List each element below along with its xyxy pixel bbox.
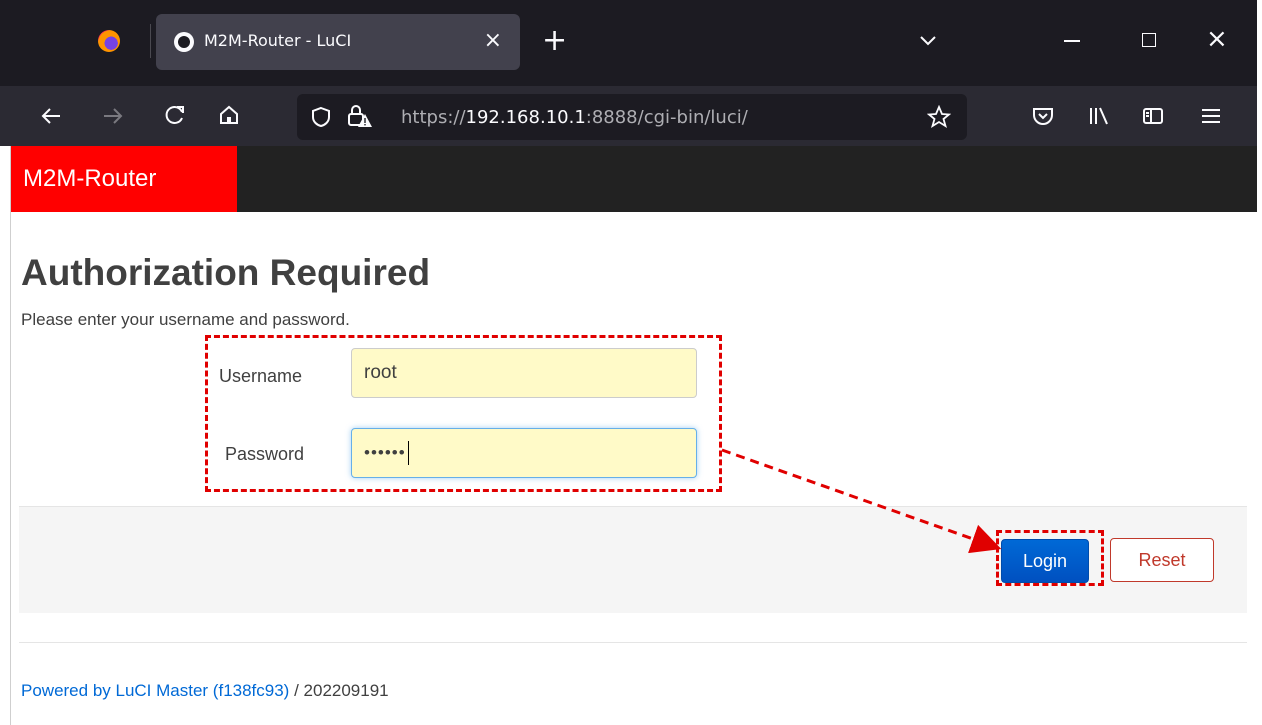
back-arrow-icon[interactable] [40, 106, 62, 126]
navigation-toolbar: https://192.168.10.1:8888/cgi-bin/luci/ [0, 86, 1257, 146]
reset-button[interactable]: Reset [1110, 538, 1214, 582]
credentials-highlight-box [205, 335, 722, 492]
footer-divider [19, 642, 1247, 643]
reload-icon[interactable] [164, 104, 186, 126]
firefox-logo-icon [98, 30, 120, 52]
library-icon[interactable] [1088, 106, 1110, 126]
tab-strip: M2M-Router - LuCI × + × [0, 0, 1257, 86]
menu-icon[interactable] [1200, 106, 1222, 126]
shield-icon[interactable] [311, 106, 331, 128]
url-text[interactable]: https://192.168.10.1:8888/cgi-bin/luci/ [401, 107, 748, 128]
footer-version: / 202209191 [289, 681, 389, 700]
page-title: Authorization Required [21, 252, 431, 293]
forward-arrow-icon [104, 108, 123, 124]
brand-logo[interactable]: M2M-Router [11, 146, 237, 212]
minimize-icon[interactable] [1064, 40, 1080, 42]
pocket-icon[interactable] [1032, 106, 1054, 126]
tab-title: M2M-Router - LuCI [204, 31, 352, 50]
footer: Powered by LuCI Master (f138fc93) / 2022… [21, 681, 389, 701]
auth-description: Please enter your username and password. [21, 310, 350, 329]
browser-window: M2M-Router - LuCI × + × https://192.168.… [0, 0, 1258, 725]
home-icon[interactable] [218, 104, 240, 126]
luci-powered-link[interactable]: Powered by LuCI Master (f138fc93) [21, 681, 289, 700]
url-scheme: https:// [401, 107, 466, 128]
maximize-icon[interactable] [1142, 33, 1156, 47]
address-bar[interactable]: https://192.168.10.1:8888/cgi-bin/luci/ [297, 94, 967, 140]
tab-separator [150, 24, 151, 58]
sidebar-icon[interactable] [1142, 106, 1164, 126]
login-highlight-box [996, 530, 1104, 586]
luci-favicon-icon [174, 32, 194, 52]
url-path: :8888/cgi-bin/luci/ [585, 107, 748, 128]
bookmark-star-icon[interactable] [927, 105, 951, 129]
url-host: 192.168.10.1 [465, 107, 586, 128]
lock-warning-icon[interactable] [347, 104, 373, 128]
luci-header: M2M-Router [11, 146, 1257, 212]
list-all-tabs-chevron-icon[interactable] [918, 30, 938, 50]
tab-close-icon[interactable]: × [484, 26, 502, 56]
browser-tab[interactable]: M2M-Router - LuCI × [156, 14, 520, 70]
window-close-icon[interactable]: × [1206, 24, 1228, 54]
new-tab-button[interactable]: + [542, 26, 567, 56]
